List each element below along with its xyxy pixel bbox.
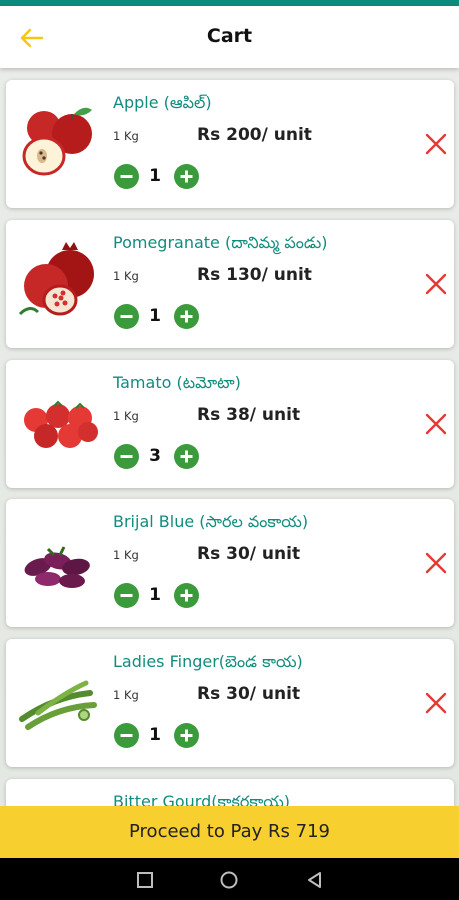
proceed-to-pay-button[interactable]: Proceed to Pay Rs 719 [0, 806, 459, 858]
quantity-value: 3 [149, 446, 161, 466]
system-nav-bar [0, 858, 459, 900]
increase-qty-button[interactable] [174, 723, 199, 748]
increase-qty-button[interactable] [174, 164, 199, 189]
plus-icon [180, 310, 193, 323]
minus-icon [120, 734, 133, 737]
remove-item-icon[interactable] [424, 412, 448, 436]
plus-icon [180, 170, 193, 183]
product-name: Ladies Finger(బెండ కాయ) [113, 652, 303, 671]
increase-qty-button[interactable] [174, 304, 199, 329]
quantity-value: 1 [149, 306, 161, 326]
brinjal-image [24, 546, 90, 588]
product-name: Tamato (టమోటా) [113, 373, 241, 392]
home-icon[interactable] [219, 870, 239, 890]
product-price: Rs 30/ unit [197, 684, 301, 704]
pomegranate-image [18, 242, 94, 316]
increase-qty-button[interactable] [174, 444, 199, 469]
quantity-value: 1 [149, 166, 161, 186]
product-unit: 1 Kg [113, 269, 139, 283]
product-price: Rs 130/ unit [197, 265, 312, 285]
plus-icon [180, 589, 193, 602]
decrease-qty-button[interactable] [114, 444, 139, 469]
cart-item: Ladies Finger(బెండ కాయ) 1 Kg Rs 30/ unit… [6, 639, 454, 767]
decrease-qty-button[interactable] [114, 164, 139, 189]
quantity-value: 1 [149, 585, 161, 605]
minus-icon [120, 175, 133, 178]
product-name: Brijal Blue (సారల వంకాయ) [113, 512, 309, 531]
cart-item: Pomegranate (దానిమ్మ పండు) 1 Kg Rs 130/ … [6, 220, 454, 348]
product-unit: 1 Kg [113, 548, 139, 562]
product-name: Bitter Gourd(కాకరకాయ) [113, 792, 291, 806]
decrease-qty-button[interactable] [114, 723, 139, 748]
app-bar: Cart [0, 6, 459, 68]
cart-item: Brijal Blue (సారల వంకాయ) 1 Kg Rs 30/ uni… [6, 499, 454, 627]
recent-apps-icon[interactable] [135, 870, 155, 890]
okra-image [19, 680, 97, 730]
plus-icon [180, 729, 193, 742]
decrease-qty-button[interactable] [114, 583, 139, 608]
plus-icon [180, 450, 193, 463]
cart-list[interactable]: Apple (ఆపిల్) 1 Kg Rs 200/ unit 1 Pomegr… [0, 68, 459, 806]
product-price: Rs 30/ unit [197, 544, 301, 564]
decrease-qty-button[interactable] [114, 304, 139, 329]
product-unit: 1 Kg [113, 409, 139, 423]
product-name: Pomegranate (దానిమ్మ పండు) [113, 233, 328, 252]
product-unit: 1 Kg [113, 129, 139, 143]
product-name: Apple (ఆపిల్) [113, 93, 212, 112]
remove-item-icon[interactable] [424, 272, 448, 296]
cart-item: Bitter Gourd(కాకరకాయ) [6, 779, 454, 806]
product-unit: 1 Kg [113, 688, 139, 702]
minus-icon [120, 594, 133, 597]
remove-item-icon[interactable] [424, 132, 448, 156]
apple-image [22, 107, 92, 176]
tomato-image [24, 400, 98, 448]
remove-item-icon[interactable] [424, 551, 448, 575]
remove-item-icon[interactable] [424, 691, 448, 715]
cart-item: Tamato (టమోటా) 1 Kg Rs 38/ unit 3 [6, 360, 454, 488]
minus-icon [120, 315, 133, 318]
quantity-value: 1 [149, 725, 161, 745]
product-price: Rs 38/ unit [197, 405, 301, 425]
minus-icon [120, 455, 133, 458]
increase-qty-button[interactable] [174, 583, 199, 608]
cart-item: Apple (ఆపిల్) 1 Kg Rs 200/ unit 1 [6, 80, 454, 208]
page-title: Cart [206, 25, 253, 47]
back-nav-icon[interactable] [305, 870, 325, 890]
product-price: Rs 200/ unit [197, 125, 312, 145]
